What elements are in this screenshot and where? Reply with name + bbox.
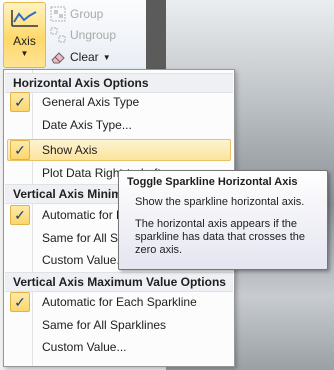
axis-button-label: Axis: [13, 34, 36, 48]
group-button[interactable]: Group: [50, 4, 103, 24]
tooltip-text: Show the sparkline horizontal axis.: [135, 196, 305, 208]
menu-item-label: General Axis Type: [42, 95, 140, 109]
menu-section-header: Vertical Axis Maximum Value Options: [5, 272, 233, 292]
group-icon: [50, 6, 66, 22]
tooltip-title: Toggle Sparkline Horizontal Axis: [127, 176, 298, 188]
ungroup-label: Ungroup: [70, 28, 117, 42]
menu-item-label: Custom Value...: [42, 253, 127, 267]
axis-button[interactable]: Axis ▼: [3, 2, 46, 68]
menu-item-label: Date Axis Type...: [42, 118, 132, 132]
group-label: Group: [70, 7, 104, 21]
clear-button[interactable]: Clear ▼: [50, 47, 111, 67]
checkmark-icon: ✓: [10, 140, 30, 160]
tooltip-text: The horizontal axis appears if the spark…: [135, 218, 305, 256]
menu-item-max-automatic[interactable]: ✓ Automatic for Each Sparkline: [7, 291, 231, 313]
menu-section-header: Horizontal Axis Options: [5, 73, 233, 93]
chevron-down-icon[interactable]: ▼: [103, 53, 111, 62]
ungroup-icon: [50, 27, 66, 43]
menu-item-label: Custom Value...: [42, 340, 127, 354]
menu-item-max-same[interactable]: Same for All Sparklines: [7, 314, 231, 336]
menu-item-date-axis-type[interactable]: Date Axis Type...: [7, 114, 231, 136]
menu-item-label: Automatic for Each Sparkline: [42, 295, 197, 309]
clear-label: Clear: [70, 50, 99, 64]
menu-item-label: Same for All Sparklines: [42, 318, 167, 332]
tooltip: Toggle Sparkline Horizontal Axis Show th…: [118, 170, 328, 270]
ungroup-button[interactable]: Ungroup: [50, 25, 116, 45]
menu-item-label: Show Axis: [42, 143, 98, 157]
checkmark-icon: ✓: [10, 292, 30, 312]
ribbon-divider: [146, 0, 166, 70]
axis-chart-icon: [10, 10, 38, 27]
checkmark-icon: ✓: [10, 205, 30, 225]
menu-item-show-axis[interactable]: ✓ Show Axis: [7, 139, 231, 161]
eraser-icon: [51, 52, 65, 64]
checkmark-icon: ✓: [10, 92, 30, 112]
menu-item-general-axis-type[interactable]: ✓ General Axis Type: [7, 91, 231, 113]
chevron-down-icon: ▼: [20, 49, 29, 58]
menu-item-max-custom[interactable]: Custom Value...: [7, 336, 231, 358]
